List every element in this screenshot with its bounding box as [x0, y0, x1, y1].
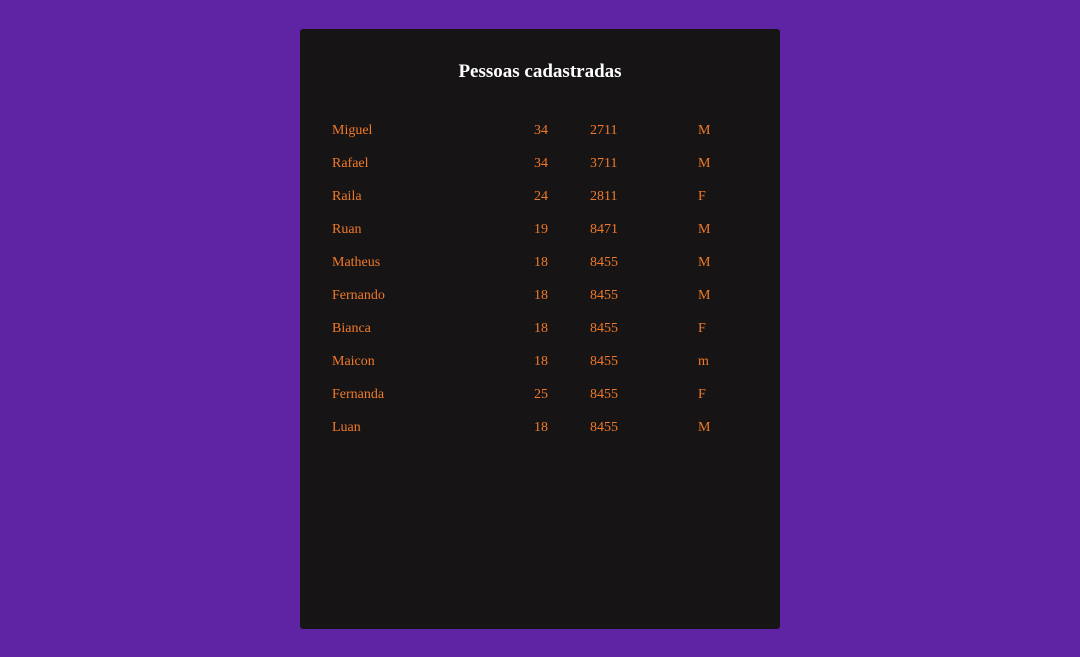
person-sex: M: [698, 288, 711, 303]
person-name: Miguel: [332, 123, 373, 138]
person-age: 18: [534, 288, 548, 303]
person-code: 2811: [590, 189, 618, 204]
table-row: Fernando 18 8455 M: [300, 286, 780, 319]
person-sex: M: [698, 123, 711, 138]
person-name: Fernando: [332, 288, 385, 303]
person-code: 8455: [590, 288, 618, 303]
table-row: Matheus 18 8455 M: [300, 253, 780, 286]
person-age: 24: [534, 189, 548, 204]
person-sex: F: [698, 189, 706, 204]
person-code: 2711: [590, 123, 618, 138]
person-name: Matheus: [332, 255, 381, 270]
person-code: 8455: [590, 321, 618, 336]
person-name: Bianca: [332, 321, 371, 336]
person-age: 18: [534, 321, 548, 336]
person-name: Luan: [332, 420, 361, 435]
person-age: 18: [534, 420, 548, 435]
person-age: 18: [534, 255, 548, 270]
person-age: 34: [534, 123, 548, 138]
person-sex: m: [698, 354, 709, 369]
person-name: Raila: [332, 189, 362, 204]
person-age: 18: [534, 354, 548, 369]
person-sex: F: [698, 321, 706, 336]
table-row: Maicon 18 8455 m: [300, 352, 780, 385]
person-sex: M: [698, 420, 711, 435]
person-sex: F: [698, 387, 706, 402]
people-table: Miguel 34 2711 M Rafael 34 3711 M Raila …: [300, 121, 780, 451]
person-sex: M: [698, 255, 711, 270]
person-name: Ruan: [332, 222, 362, 237]
person-name: Maicon: [332, 354, 375, 369]
person-name: Fernanda: [332, 387, 385, 402]
table-row: Miguel 34 2711 M: [300, 121, 780, 154]
person-code: 8455: [590, 255, 618, 270]
table-row: Raila 24 2811 F: [300, 187, 780, 220]
table-row: Rafael 34 3711 M: [300, 154, 780, 187]
person-age: 25: [534, 387, 548, 402]
person-code: 8455: [590, 387, 618, 402]
person-sex: M: [698, 222, 711, 237]
table-row: Ruan 19 8471 M: [300, 220, 780, 253]
person-age: 19: [534, 222, 548, 237]
table-row: Fernanda 25 8455 F: [300, 385, 780, 418]
person-name: Rafael: [332, 156, 369, 171]
person-age: 34: [534, 156, 548, 171]
person-code: 8471: [590, 222, 618, 237]
person-code: 3711: [590, 156, 618, 171]
table-row: Bianca 18 8455 F: [300, 319, 780, 352]
person-code: 8455: [590, 354, 618, 369]
person-code: 8455: [590, 420, 618, 435]
table-row: Luan 18 8455 M: [300, 418, 780, 451]
people-card: Pessoas cadastradas Miguel 34 2711 M Raf…: [300, 29, 780, 629]
person-sex: M: [698, 156, 711, 171]
page-title: Pessoas cadastradas: [458, 61, 622, 82]
